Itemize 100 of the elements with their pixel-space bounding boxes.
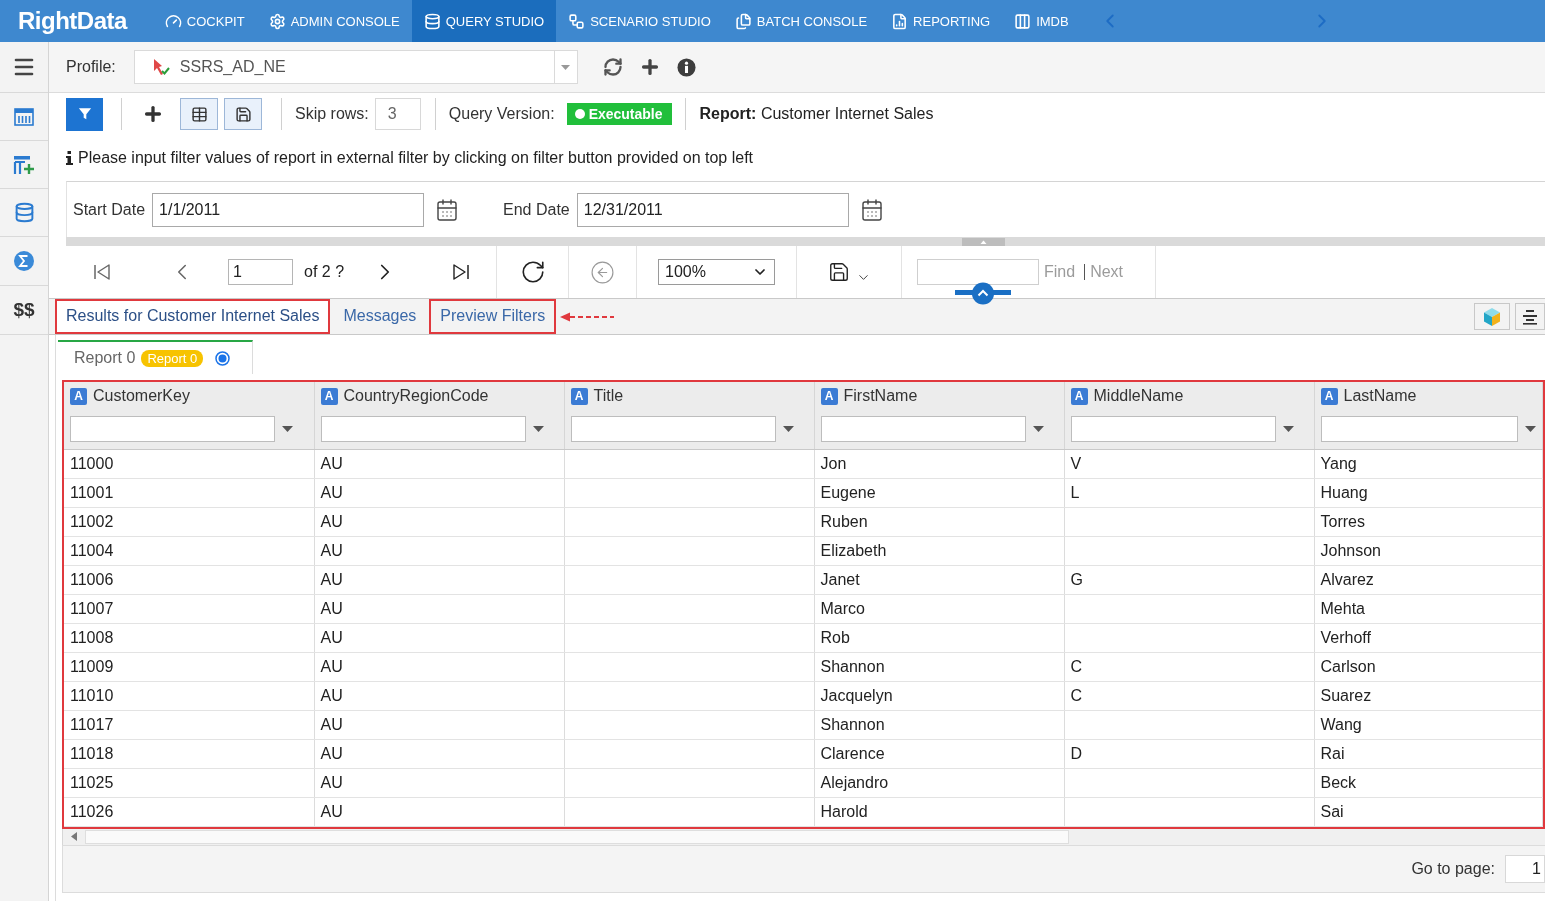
nav-item[interactable]: ADMIN CONSOLE bbox=[256, 0, 412, 42]
type-badge: A bbox=[320, 387, 338, 405]
radio-icon[interactable] bbox=[215, 350, 231, 366]
table-cell: 11009 bbox=[64, 652, 314, 681]
column-filter-input[interactable] bbox=[70, 416, 275, 443]
column-filter-input[interactable] bbox=[820, 416, 1026, 443]
table-button[interactable] bbox=[180, 98, 218, 130]
table-cell: V bbox=[1064, 449, 1314, 478]
date-input[interactable]: 1/1/2011 bbox=[152, 192, 425, 227]
calendar-button[interactable] bbox=[859, 197, 884, 222]
result-tab[interactable]: Preview Filters bbox=[429, 299, 557, 334]
cube-button[interactable] bbox=[1474, 303, 1510, 330]
table-cell: AU bbox=[314, 739, 564, 768]
save-button[interactable] bbox=[224, 98, 262, 130]
dropdown-caret-icon[interactable] bbox=[532, 426, 544, 433]
add-button[interactable] bbox=[142, 103, 164, 125]
dropdown-caret-icon[interactable] bbox=[1282, 426, 1294, 433]
column-filter-input[interactable] bbox=[320, 416, 526, 443]
profile-select[interactable]: SSRS_AD_NE bbox=[133, 50, 578, 84]
caret-icon bbox=[561, 64, 571, 70]
status-text: Executable bbox=[588, 106, 663, 122]
nav-item[interactable]: IMDB bbox=[1002, 0, 1081, 42]
table-cell: AU bbox=[314, 449, 564, 478]
filter-icon bbox=[77, 107, 92, 121]
table-cell: 11007 bbox=[64, 594, 314, 623]
dropdown-caret-icon[interactable] bbox=[782, 426, 794, 433]
calendar-icon bbox=[435, 197, 460, 222]
column-header[interactable]: LastName bbox=[1343, 387, 1417, 405]
column-filter-input[interactable] bbox=[1070, 416, 1276, 443]
table-cell: 11018 bbox=[64, 739, 314, 768]
align-button[interactable] bbox=[1515, 303, 1545, 330]
calendar-button[interactable] bbox=[435, 197, 460, 222]
column-header[interactable]: CountryRegionCode bbox=[343, 387, 489, 405]
table-cell: 11017 bbox=[64, 710, 314, 739]
column-header[interactable]: MiddleName bbox=[1093, 387, 1184, 405]
table-cell: AU bbox=[314, 768, 564, 797]
filter-button[interactable] bbox=[66, 97, 103, 131]
report-title: Report: Customer Internet Sales bbox=[699, 105, 934, 123]
database-icon bbox=[13, 202, 35, 223]
report-badge: Report 0 bbox=[141, 349, 204, 367]
nav-item[interactable]: COCKPIT bbox=[152, 0, 257, 42]
result-tab[interactable]: Results for Customer Internet Sales bbox=[55, 299, 331, 334]
info-icon bbox=[66, 151, 73, 165]
column-header[interactable]: FirstName bbox=[843, 387, 918, 405]
table-icon bbox=[190, 105, 208, 123]
table-cell: 11008 bbox=[64, 623, 314, 652]
column-filter-input[interactable] bbox=[1320, 416, 1518, 443]
table-cell: L bbox=[1064, 478, 1314, 507]
column-header[interactable]: Title bbox=[593, 387, 624, 405]
page-number-input[interactable]: 1 bbox=[1505, 854, 1545, 883]
dropdown-caret-icon[interactable] bbox=[1032, 426, 1044, 433]
nav-item[interactable]: BATCH CONSOLE bbox=[722, 0, 880, 42]
table-cell: AU bbox=[314, 710, 564, 739]
table-cell: Alvarez bbox=[1314, 565, 1543, 594]
page-count: of 2 ? bbox=[304, 263, 345, 281]
zoom-select[interactable]: 100% bbox=[658, 259, 776, 285]
back-icon[interactable] bbox=[590, 259, 616, 285]
table-cell: Elizabeth bbox=[814, 536, 1064, 565]
last-page-icon[interactable] bbox=[452, 263, 471, 281]
table-cell: Suarez bbox=[1314, 681, 1543, 710]
table-cell: Alejandro bbox=[814, 768, 1064, 797]
save-icon[interactable] bbox=[827, 261, 850, 283]
table-cell: 11026 bbox=[64, 797, 314, 826]
find-input[interactable] bbox=[917, 259, 1040, 285]
table-cell: Beck bbox=[1314, 768, 1543, 797]
skip-rows-input[interactable]: 3 bbox=[374, 98, 421, 130]
table-add-icon bbox=[13, 154, 35, 175]
refresh-icon[interactable] bbox=[519, 259, 546, 285]
nav-item[interactable]: REPORTING bbox=[879, 0, 1003, 42]
page-input[interactable]: 1 bbox=[228, 259, 293, 285]
info-icon[interactable] bbox=[676, 57, 696, 77]
table-cell: 11010 bbox=[64, 681, 314, 710]
type-badge: A bbox=[1070, 387, 1088, 405]
table-cell: Wang bbox=[1314, 710, 1543, 739]
column-header[interactable]: CustomerKey bbox=[93, 387, 190, 405]
go-to-page-label: Go to page: bbox=[1411, 859, 1495, 878]
table-cell: Carlson bbox=[1314, 652, 1543, 681]
scroll-left-icon[interactable] bbox=[71, 832, 77, 841]
skip-rows-label: Skip rows: bbox=[295, 105, 369, 123]
dropdown-caret-icon[interactable] bbox=[282, 426, 293, 433]
report-tab[interactable]: Report 0 Report 0 bbox=[58, 340, 253, 374]
table-cell: Sai bbox=[1314, 797, 1543, 826]
sidebar-item[interactable]: $$ bbox=[0, 286, 48, 335]
nav-item[interactable]: QUERY STUDIO bbox=[411, 0, 557, 42]
table-cell: AU bbox=[314, 478, 564, 507]
refresh-button[interactable] bbox=[602, 57, 623, 77]
table-cell: C bbox=[1064, 652, 1314, 681]
nav-item[interactable]: SCENARIO STUDIO bbox=[556, 0, 723, 42]
parameter-label: Start Date bbox=[73, 200, 146, 219]
table-cell: D bbox=[1064, 739, 1314, 768]
first-page-icon[interactable] bbox=[93, 263, 111, 281]
table-cell: 11004 bbox=[64, 536, 314, 565]
info-message: Please input filter values of report in external filter by clicking on filter button provided on top left bbox=[78, 149, 754, 167]
dropdown-caret-icon[interactable] bbox=[1525, 426, 1536, 433]
column-filter-input[interactable] bbox=[570, 416, 776, 443]
file-chart-icon bbox=[891, 12, 909, 30]
table-cell: AU bbox=[314, 594, 564, 623]
result-tab[interactable]: Messages bbox=[332, 299, 428, 334]
date-input[interactable]: 12/31/2011 bbox=[576, 192, 849, 227]
logo: RightData bbox=[18, 7, 127, 35]
